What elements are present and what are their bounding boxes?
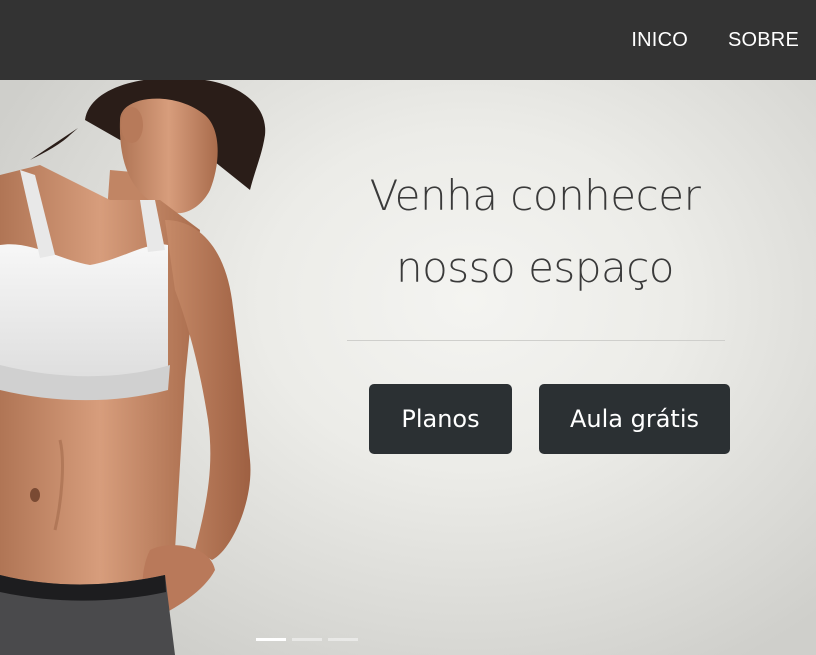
top-navbar: INICO SOBRE bbox=[0, 0, 816, 80]
hero-title-line-2: nosso espaço bbox=[395, 243, 675, 292]
hero-title: Venha conhecer nosso espaço bbox=[345, 160, 725, 304]
carousel-indicators bbox=[256, 638, 358, 641]
carousel-indicator-2[interactable] bbox=[292, 638, 322, 641]
hero-headline: Venha conhecer nosso espaço bbox=[345, 160, 725, 304]
planos-button[interactable]: Planos bbox=[369, 384, 512, 454]
aula-gratis-button[interactable]: Aula grátis bbox=[539, 384, 730, 454]
carousel-indicator-1[interactable] bbox=[256, 638, 286, 641]
carousel-indicator-3[interactable] bbox=[328, 638, 358, 641]
nav-item-sobre[interactable]: SOBRE bbox=[728, 29, 799, 52]
hero-divider bbox=[347, 340, 725, 341]
nav-item-inicio[interactable]: INICO bbox=[631, 29, 688, 52]
hero-fitness-photo bbox=[0, 80, 266, 655]
hero-title-line-1: Venha conhecer bbox=[369, 171, 701, 220]
hero-carousel: Venha conhecer nosso espaço Planos Aula … bbox=[0, 80, 816, 655]
